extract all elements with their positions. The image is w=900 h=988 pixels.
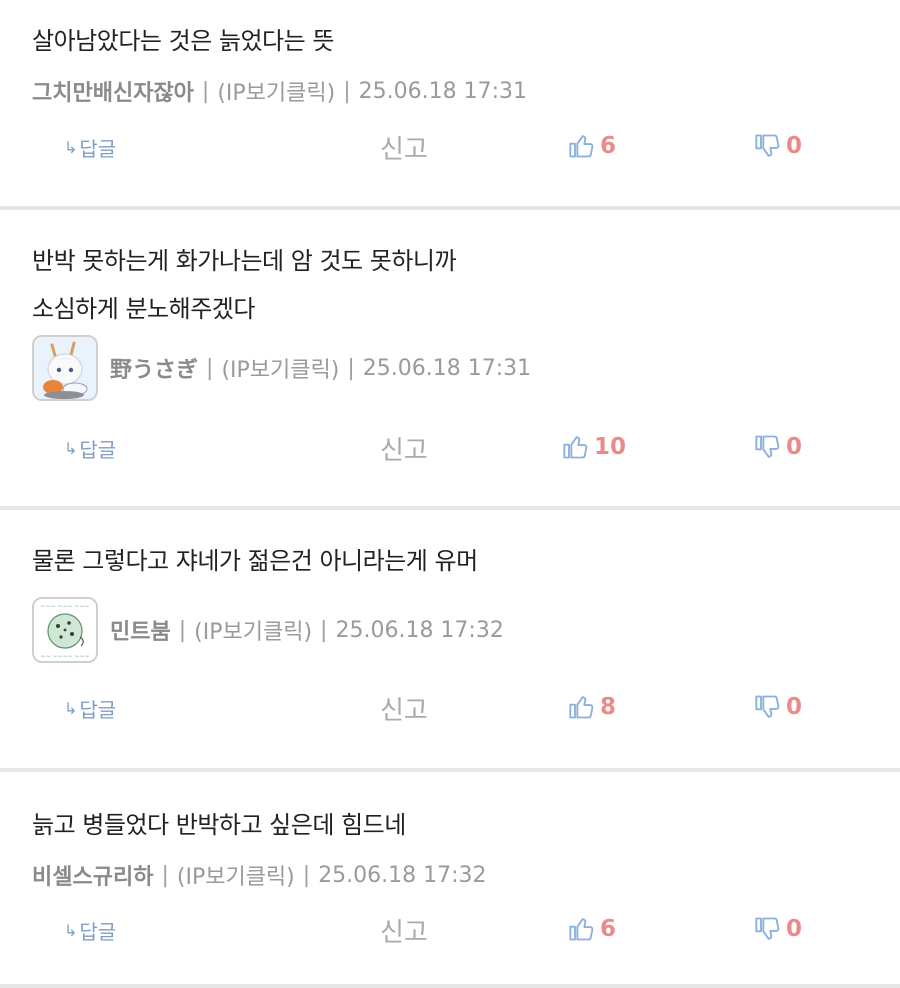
dislike-count: 0 (786, 916, 803, 942)
thumbs-up-icon (568, 132, 596, 160)
comment-timestamp: 25.06.18 17:32 (335, 617, 504, 643)
comment-meta: ∼∼∼ ∼∼∼ ∼∼∼ ∼∼ ∼∼∼∼ ∼∼∼ 민트붐 | (IP보기클릭) |… (32, 595, 504, 665)
report-button[interactable]: 신고 (380, 430, 428, 467)
reply-arrow-icon: ↳ (64, 921, 78, 940)
thumbs-up-icon (568, 915, 596, 943)
comment-text: 물론 그렇다고 쟈네가 젊은건 아니라는게 유머 (32, 547, 478, 575)
meta-divider: | (343, 78, 351, 104)
comment-timestamp: 25.06.18 17:31 (362, 355, 532, 381)
reply-button[interactable]: ↳ 답글 (64, 916, 116, 945)
dislike-count: 0 (786, 434, 803, 460)
ip-view-link[interactable]: (IP보기클릭) (217, 75, 335, 107)
reply-arrow-icon: ↳ (64, 439, 78, 458)
svg-text:∼∼ ∼∼∼∼ ∼∼∼: ∼∼ ∼∼∼∼ ∼∼∼ (40, 653, 89, 660)
reply-label: 답글 (79, 137, 117, 161)
rabbit-girl-avatar (34, 337, 96, 399)
thumbs-down-icon (754, 433, 782, 461)
meta-divider: | (178, 617, 187, 643)
comment-text: 반박 못하는게 화가나는데 암 것도 못하니까 소심하게 분노해주겠다 (32, 247, 457, 323)
thumbs-down-icon (754, 693, 782, 721)
ip-view-link[interactable]: (IP보기클릭) (221, 352, 339, 384)
report-button[interactable]: 신고 (380, 912, 428, 949)
comment-actions: ↳ 답글 신고 10 0 (0, 428, 900, 468)
comment-timestamp: 25.06.18 17:31 (358, 78, 528, 104)
dislike-button[interactable]: 0 (754, 129, 802, 163)
dislike-button[interactable]: 0 (754, 430, 802, 464)
like-button[interactable]: 8 (568, 690, 616, 724)
like-count: 6 (600, 916, 617, 942)
meta-divider: | (206, 355, 214, 381)
reply-label: 답글 (79, 438, 117, 462)
author-nickname[interactable]: 민트붐 (110, 614, 171, 646)
like-count: 8 (600, 694, 617, 720)
dislike-count: 0 (786, 694, 803, 720)
dislike-button[interactable]: 0 (754, 912, 802, 946)
reply-button[interactable]: ↳ 답글 (64, 434, 116, 463)
author-nickname[interactable]: 비셀스규리하 (32, 859, 153, 891)
meta-divider: | (302, 862, 311, 888)
reply-label: 답글 (79, 920, 117, 944)
thumbs-down-icon (754, 132, 782, 160)
comment-item: 물론 그렇다고 쟈네가 젊은건 아니라는게 유머 ∼∼∼ ∼∼∼ ∼∼∼ ∼∼ … (0, 510, 900, 772)
comment-timestamp: 25.06.18 17:32 (318, 862, 487, 888)
ip-view-link[interactable]: (IP보기클릭) (177, 859, 295, 891)
comment-meta: 비셀스규리하 | (IP보기클릭) | 25.06.18 17:32 (32, 840, 487, 910)
ip-view-link[interactable]: (IP보기클릭) (194, 614, 312, 646)
comment-actions: ↳ 답글 신고 8 0 (0, 688, 900, 728)
meta-divider: | (161, 862, 169, 888)
comment-item: 반박 못하는게 화가나는데 암 것도 못하니까 소심하게 분노해주겠다 野うさぎ… (0, 210, 900, 510)
like-button[interactable]: 6 (568, 912, 616, 946)
comment-item: 늙고 병들었다 반박하고 싶은데 힘드네 비셀스규리하 | (IP보기클릭) |… (0, 772, 900, 988)
dislike-count: 0 (786, 133, 803, 159)
reply-label: 답글 (79, 698, 117, 722)
thumbs-up-icon (568, 693, 596, 721)
avatar[interactable]: ∼∼∼ ∼∼∼ ∼∼∼ ∼∼ ∼∼∼∼ ∼∼∼ (32, 597, 98, 663)
like-button[interactable]: 6 (568, 129, 616, 163)
like-button[interactable]: 10 (562, 430, 626, 464)
comment-meta: 野うさぎ | (IP보기클릭) | 25.06.18 17:31 (32, 333, 531, 403)
reply-button[interactable]: ↳ 답글 (64, 694, 116, 723)
meta-divider: | (320, 617, 328, 643)
mint-chocolate-avatar: ∼∼∼ ∼∼∼ ∼∼∼ ∼∼ ∼∼∼∼ ∼∼∼ (34, 599, 96, 661)
meta-divider: | (347, 355, 355, 381)
comment-actions: ↳ 답글 신고 6 0 (0, 127, 900, 167)
like-count: 10 (594, 434, 627, 460)
reply-arrow-icon: ↳ (64, 699, 78, 718)
author-nickname[interactable]: 野うさぎ (110, 352, 198, 384)
thumbs-up-icon (562, 433, 590, 461)
report-button[interactable]: 신고 (380, 690, 428, 727)
comment-item: 살아남았다는 것은 늙었다는 뜻 그치만배신자잖아 | (IP보기클릭) | 2… (0, 0, 900, 210)
avatar[interactable] (32, 335, 98, 401)
comment-meta: 그치만배신자잖아 | (IP보기클릭) | 25.06.18 17:31 (32, 56, 527, 126)
meta-divider: | (201, 78, 210, 104)
dislike-button[interactable]: 0 (754, 690, 802, 724)
reply-button[interactable]: ↳ 답글 (64, 133, 116, 162)
like-count: 6 (600, 133, 617, 159)
author-nickname[interactable]: 그치만배신자잖아 (32, 75, 194, 107)
report-button[interactable]: 신고 (380, 129, 428, 166)
comment-actions: ↳ 답글 신고 6 0 (0, 910, 900, 950)
thumbs-down-icon (754, 915, 782, 943)
svg-text:∼∼∼ ∼∼∼ ∼∼∼: ∼∼∼ ∼∼∼ ∼∼∼ (40, 603, 89, 610)
reply-arrow-icon: ↳ (64, 138, 78, 157)
